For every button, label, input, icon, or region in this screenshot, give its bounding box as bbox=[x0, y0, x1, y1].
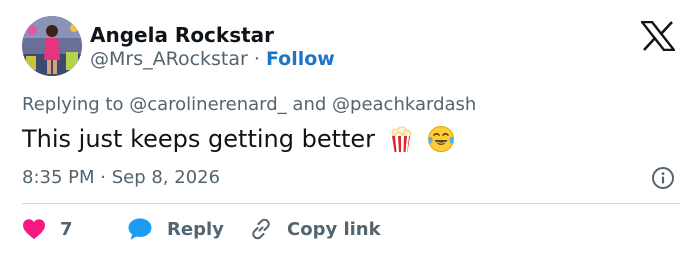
separator-dot: · bbox=[253, 48, 260, 70]
divider bbox=[22, 203, 680, 204]
like-button[interactable]: 7 bbox=[22, 218, 127, 240]
popcorn-emoji bbox=[387, 125, 415, 153]
reply-label: Reply bbox=[167, 218, 224, 240]
copy-link-button[interactable]: Copy link bbox=[249, 217, 381, 241]
like-count: 7 bbox=[60, 218, 73, 240]
reply-prefix: Replying to bbox=[22, 94, 124, 115]
x-logo-icon[interactable] bbox=[639, 20, 677, 52]
handle-row: @Mrs_ARockstar · Follow bbox=[90, 47, 335, 71]
embedded-tweet-card: Angela Rockstar @Mrs_ARockstar · Follow … bbox=[0, 0, 700, 256]
speech-bubble-icon bbox=[127, 217, 153, 241]
avatar[interactable] bbox=[22, 16, 82, 76]
tears-of-joy-emoji bbox=[427, 125, 455, 153]
mention-link[interactable]: @peachkardash bbox=[332, 94, 476, 115]
info-icon[interactable] bbox=[651, 166, 675, 190]
user-handle[interactable]: @Mrs_ARockstar bbox=[90, 48, 248, 70]
heart-icon bbox=[22, 218, 46, 240]
link-icon bbox=[249, 217, 273, 241]
tweet-timestamp[interactable]: 8:35 PM · Sep 8, 2026 bbox=[22, 166, 220, 190]
tweet-text: This just keeps getting better bbox=[22, 123, 455, 155]
tweet-body: This just keeps getting better bbox=[22, 125, 376, 153]
reply-conjunction: and bbox=[292, 94, 327, 115]
display-name[interactable]: Angela Rockstar bbox=[90, 23, 274, 47]
action-bar: 7 Reply Copy link bbox=[22, 216, 381, 242]
reply-context: Replying to @carolinerenard_ and @peachk… bbox=[22, 93, 476, 117]
follow-button[interactable]: Follow bbox=[266, 48, 335, 70]
reply-button[interactable]: Reply bbox=[127, 217, 249, 241]
copy-link-label: Copy link bbox=[287, 218, 381, 240]
mention-link[interactable]: @carolinerenard_ bbox=[129, 94, 286, 115]
